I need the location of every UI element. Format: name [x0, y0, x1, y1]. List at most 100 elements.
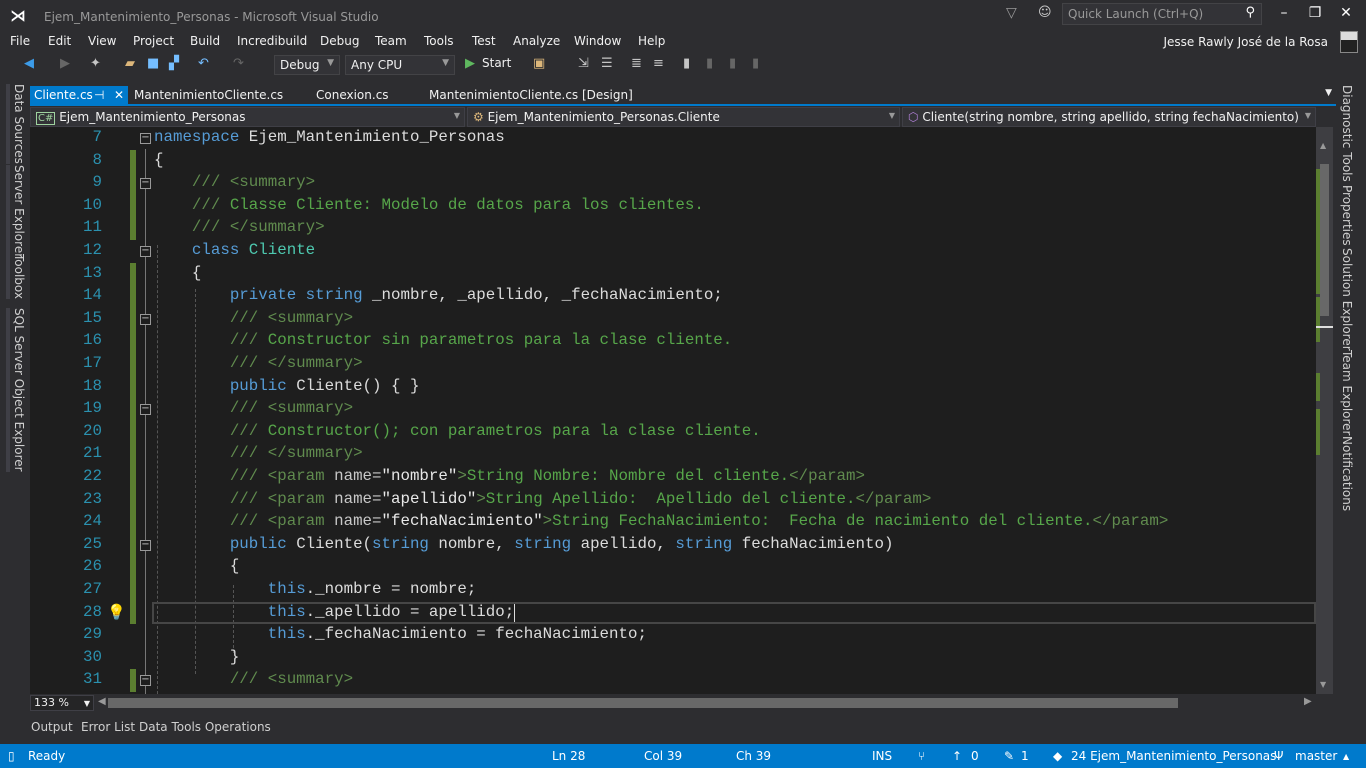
clear-bookmarks-icon[interactable]: ▮	[752, 56, 759, 71]
collapse-icon[interactable]: −	[140, 178, 151, 190]
save-icon[interactable]: ■	[147, 56, 159, 71]
repository-name[interactable]: 24 Ejem_Mantenimiento_Personas	[1071, 749, 1276, 763]
menu-incredibuild[interactable]: Incredibuild	[237, 34, 307, 48]
tab-team-explorer[interactable]: Team Explorer	[1340, 350, 1354, 436]
scroll-down-icon[interactable]: ▼	[1320, 680, 1326, 689]
start-button[interactable]: Start	[482, 56, 511, 70]
collapse-icon[interactable]: −	[140, 404, 151, 416]
avatar[interactable]	[1340, 31, 1358, 53]
save-all-icon[interactable]: ▞	[169, 56, 179, 71]
tab-toolbox[interactable]: Toolbox	[6, 254, 26, 299]
user-account[interactable]: Jesse Rawly José de la Rosa	[1163, 35, 1328, 49]
collapse-icon[interactable]: −	[140, 133, 151, 144]
tab-overflow-icon[interactable]: ▼	[1325, 88, 1332, 98]
tab-conexion-cs[interactable]: Conexion.cs	[312, 86, 393, 104]
tab-data-sources[interactable]: Data Sources	[6, 84, 26, 164]
undo-icon[interactable]: ↶	[198, 56, 209, 71]
menu-project[interactable]: Project	[133, 34, 174, 48]
line-number: 10	[83, 195, 102, 214]
line-number: 11	[83, 218, 102, 237]
feedback-icon[interactable]: ☺	[1038, 5, 1052, 20]
filter-icon[interactable]: ▽	[1006, 5, 1017, 21]
scroll-up-icon[interactable]: ▲	[1320, 141, 1326, 150]
collapse-icon[interactable]: −	[140, 313, 151, 325]
pin-icon[interactable]: ⊣	[94, 88, 104, 102]
menu-team[interactable]: Team	[375, 34, 407, 48]
menu-tools[interactable]: Tools	[424, 34, 454, 48]
scroll-left-icon[interactable]: ◀	[98, 696, 106, 707]
configuration-dropdown[interactable]: Debug ▼	[274, 55, 340, 75]
menu-help[interactable]: Help	[638, 34, 665, 48]
code-editor[interactable]: 7− namespace Ejem_Mantenimiento_Personas 8…	[30, 127, 1316, 694]
menu-test[interactable]: Test	[472, 34, 496, 48]
pencil-icon[interactable]: ✎	[1004, 749, 1014, 763]
find-in-files-icon[interactable]: ▣	[533, 56, 545, 71]
uncomment-icon[interactable]: ≡	[653, 56, 664, 71]
code-line: /// <param name="apellido">String Apelli…	[230, 490, 932, 508]
member-dropdown[interactable]: ⬡ Cliente(string nombre, string apellido…	[902, 107, 1316, 127]
tab-solution-explorer[interactable]: Solution Explorer	[1340, 248, 1354, 351]
close-button[interactable]: ✕	[1334, 5, 1358, 21]
type-dropdown[interactable]: ⚙ Ejem_Mantenimiento_Personas.Cliente ▼	[467, 107, 900, 127]
line-number: 13	[83, 263, 102, 282]
code-token: /// <param	[229, 512, 335, 531]
zoom-dropdown[interactable]: 133 % ▼	[30, 695, 94, 711]
code-token: >	[476, 489, 486, 508]
scroll-right-icon[interactable]: ▶	[1304, 696, 1312, 707]
vertical-scrollbar[interactable]: ▲ ▼	[1316, 127, 1333, 694]
quick-launch-input[interactable]: Quick Launch (Ctrl+Q) ⚲	[1062, 3, 1262, 25]
show-threads-icon[interactable]: ☰	[601, 56, 613, 71]
tab-sql-server-object-explorer[interactable]: SQL Server Object Explorer	[6, 308, 26, 472]
tab-mantenimientocliente-cs[interactable]: MantenimientoCliente.cs	[130, 86, 287, 104]
platform-dropdown[interactable]: Any CPU ▼	[345, 55, 455, 75]
chevron-down-icon: ▼	[327, 58, 334, 68]
push-icon[interactable]: ↑	[952, 749, 962, 763]
tab-notifications[interactable]: Notifications	[1340, 436, 1354, 511]
unpushed-count[interactable]: 0	[971, 749, 979, 763]
comment-icon[interactable]: ≣	[631, 56, 642, 71]
changes-count[interactable]: 1	[1021, 749, 1029, 763]
tab-diagnostic-tools[interactable]: Diagnostic Tools	[1340, 85, 1354, 182]
code-token: "fechaNacimiento"	[381, 512, 543, 531]
forward-icon[interactable]: ▶	[60, 56, 70, 71]
tab-cliente-cs[interactable]: Cliente.cs ⊣ ✕	[30, 86, 128, 104]
collapse-icon[interactable]: −	[140, 539, 151, 551]
restore-button[interactable]: ❐	[1303, 5, 1327, 21]
tab-server-explorer[interactable]: Server Explorer	[6, 165, 26, 259]
menu-edit[interactable]: Edit	[48, 34, 71, 48]
redo-icon[interactable]: ↷	[233, 56, 244, 71]
collapse-icon[interactable]: −	[140, 675, 151, 687]
menu-window[interactable]: Window	[574, 34, 621, 48]
menu-view[interactable]: View	[88, 34, 116, 48]
tab-error-list[interactable]: Error List	[81, 720, 135, 734]
next-bookmark-icon[interactable]: ▮	[729, 56, 736, 71]
chevron-up-icon[interactable]: ▲	[1343, 752, 1349, 761]
pull-request-icon[interactable]: ⑂	[918, 749, 925, 763]
back-icon[interactable]: ◀	[24, 56, 34, 71]
minimize-button[interactable]: –	[1272, 5, 1296, 21]
project-dropdown[interactable]: C# Ejem_Mantenimiento_Personas ▼	[30, 107, 465, 127]
close-icon[interactable]: ✕	[114, 88, 124, 102]
prev-bookmark-icon[interactable]: ▮	[706, 56, 713, 71]
branch-name[interactable]: master	[1295, 749, 1337, 763]
code-token: ///	[229, 331, 268, 350]
tab-properties[interactable]: Properties	[1340, 185, 1354, 246]
new-project-icon[interactable]: ✦	[90, 56, 101, 71]
tab-mantenimientocliente-design[interactable]: MantenimientoCliente.cs [Design]	[425, 86, 637, 104]
horizontal-scrollbar-thumb[interactable]	[108, 698, 1178, 708]
lightbulb-icon[interactable]: 💡	[107, 603, 126, 621]
bookmark-icon[interactable]: ▮	[683, 56, 690, 71]
code-token: ///	[191, 195, 230, 214]
menu-file[interactable]: File	[10, 34, 30, 48]
open-file-icon[interactable]: ▰	[125, 56, 135, 71]
tab-data-tools-operations[interactable]: Data Tools Operations	[139, 720, 271, 734]
scrollbar-thumb[interactable]	[1320, 164, 1329, 316]
start-icon[interactable]: ▶	[465, 56, 475, 71]
tab-output[interactable]: Output	[31, 720, 73, 734]
menu-debug[interactable]: Debug	[320, 34, 359, 48]
collapse-icon[interactable]: −	[140, 246, 151, 257]
step-into-icon[interactable]: ⇲	[578, 56, 589, 71]
menu-build[interactable]: Build	[190, 34, 220, 48]
code-token: /// </summary>	[229, 444, 363, 463]
menu-analyze[interactable]: Analyze	[513, 34, 560, 48]
